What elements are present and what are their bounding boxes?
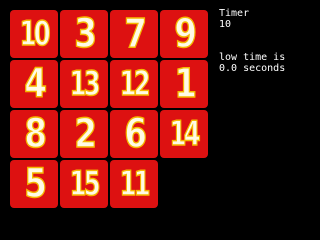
tile-number: 5: [23, 161, 47, 207]
game-screen: 10 3 7 9 4 13 12 1 8 2 6 14 5 15 11 Timer 10 low time …: [0, 0, 320, 240]
puzzle-tile-8[interactable]: 8: [10, 110, 58, 158]
puzzle-tile-15[interactable]: 15: [60, 160, 108, 208]
tile-number: 12: [119, 64, 151, 104]
puzzle-tile-12[interactable]: 12: [110, 60, 158, 108]
puzzle-board: 10 3 7 9 4 13 12 1 8 2 6 14 5 15 11: [10, 10, 210, 210]
tile-number: 6: [123, 111, 147, 157]
low-time-label: low time is: [219, 52, 286, 63]
tile-number: 1: [173, 61, 197, 107]
puzzle-tile-5[interactable]: 5: [10, 160, 58, 208]
tile-number: 11: [119, 164, 151, 204]
tile-number: 3: [73, 11, 97, 57]
puzzle-tile-14[interactable]: 14: [160, 110, 208, 158]
low-time-value: 0.0 seconds: [219, 63, 286, 74]
timer-label: Timer: [219, 8, 250, 19]
puzzle-tile-9[interactable]: 9: [160, 10, 208, 58]
puzzle-tile-7[interactable]: 7: [110, 10, 158, 58]
tile-number: 8: [23, 111, 47, 157]
tile-number: 14: [169, 114, 201, 154]
tile-number: 13: [69, 64, 101, 104]
tile-number: 2: [73, 111, 97, 157]
puzzle-tile-10[interactable]: 10: [10, 10, 58, 58]
tile-number: 4: [23, 61, 47, 107]
empty-slot: [160, 160, 208, 208]
puzzle-tile-3[interactable]: 3: [60, 10, 108, 58]
puzzle-tile-1[interactable]: 1: [160, 60, 208, 108]
timer-value: 10: [219, 19, 232, 30]
puzzle-tile-11[interactable]: 11: [110, 160, 158, 208]
info-panel: Timer 10 low time is 0.0 seconds: [219, 8, 319, 74]
puzzle-tile-6[interactable]: 6: [110, 110, 158, 158]
tile-number: 15: [69, 164, 101, 204]
tile-number: 7: [123, 11, 147, 57]
tile-number: 9: [173, 11, 197, 57]
tile-number: 10: [19, 14, 51, 54]
puzzle-tile-13[interactable]: 13: [60, 60, 108, 108]
puzzle-tile-2[interactable]: 2: [60, 110, 108, 158]
puzzle-tile-4[interactable]: 4: [10, 60, 58, 108]
